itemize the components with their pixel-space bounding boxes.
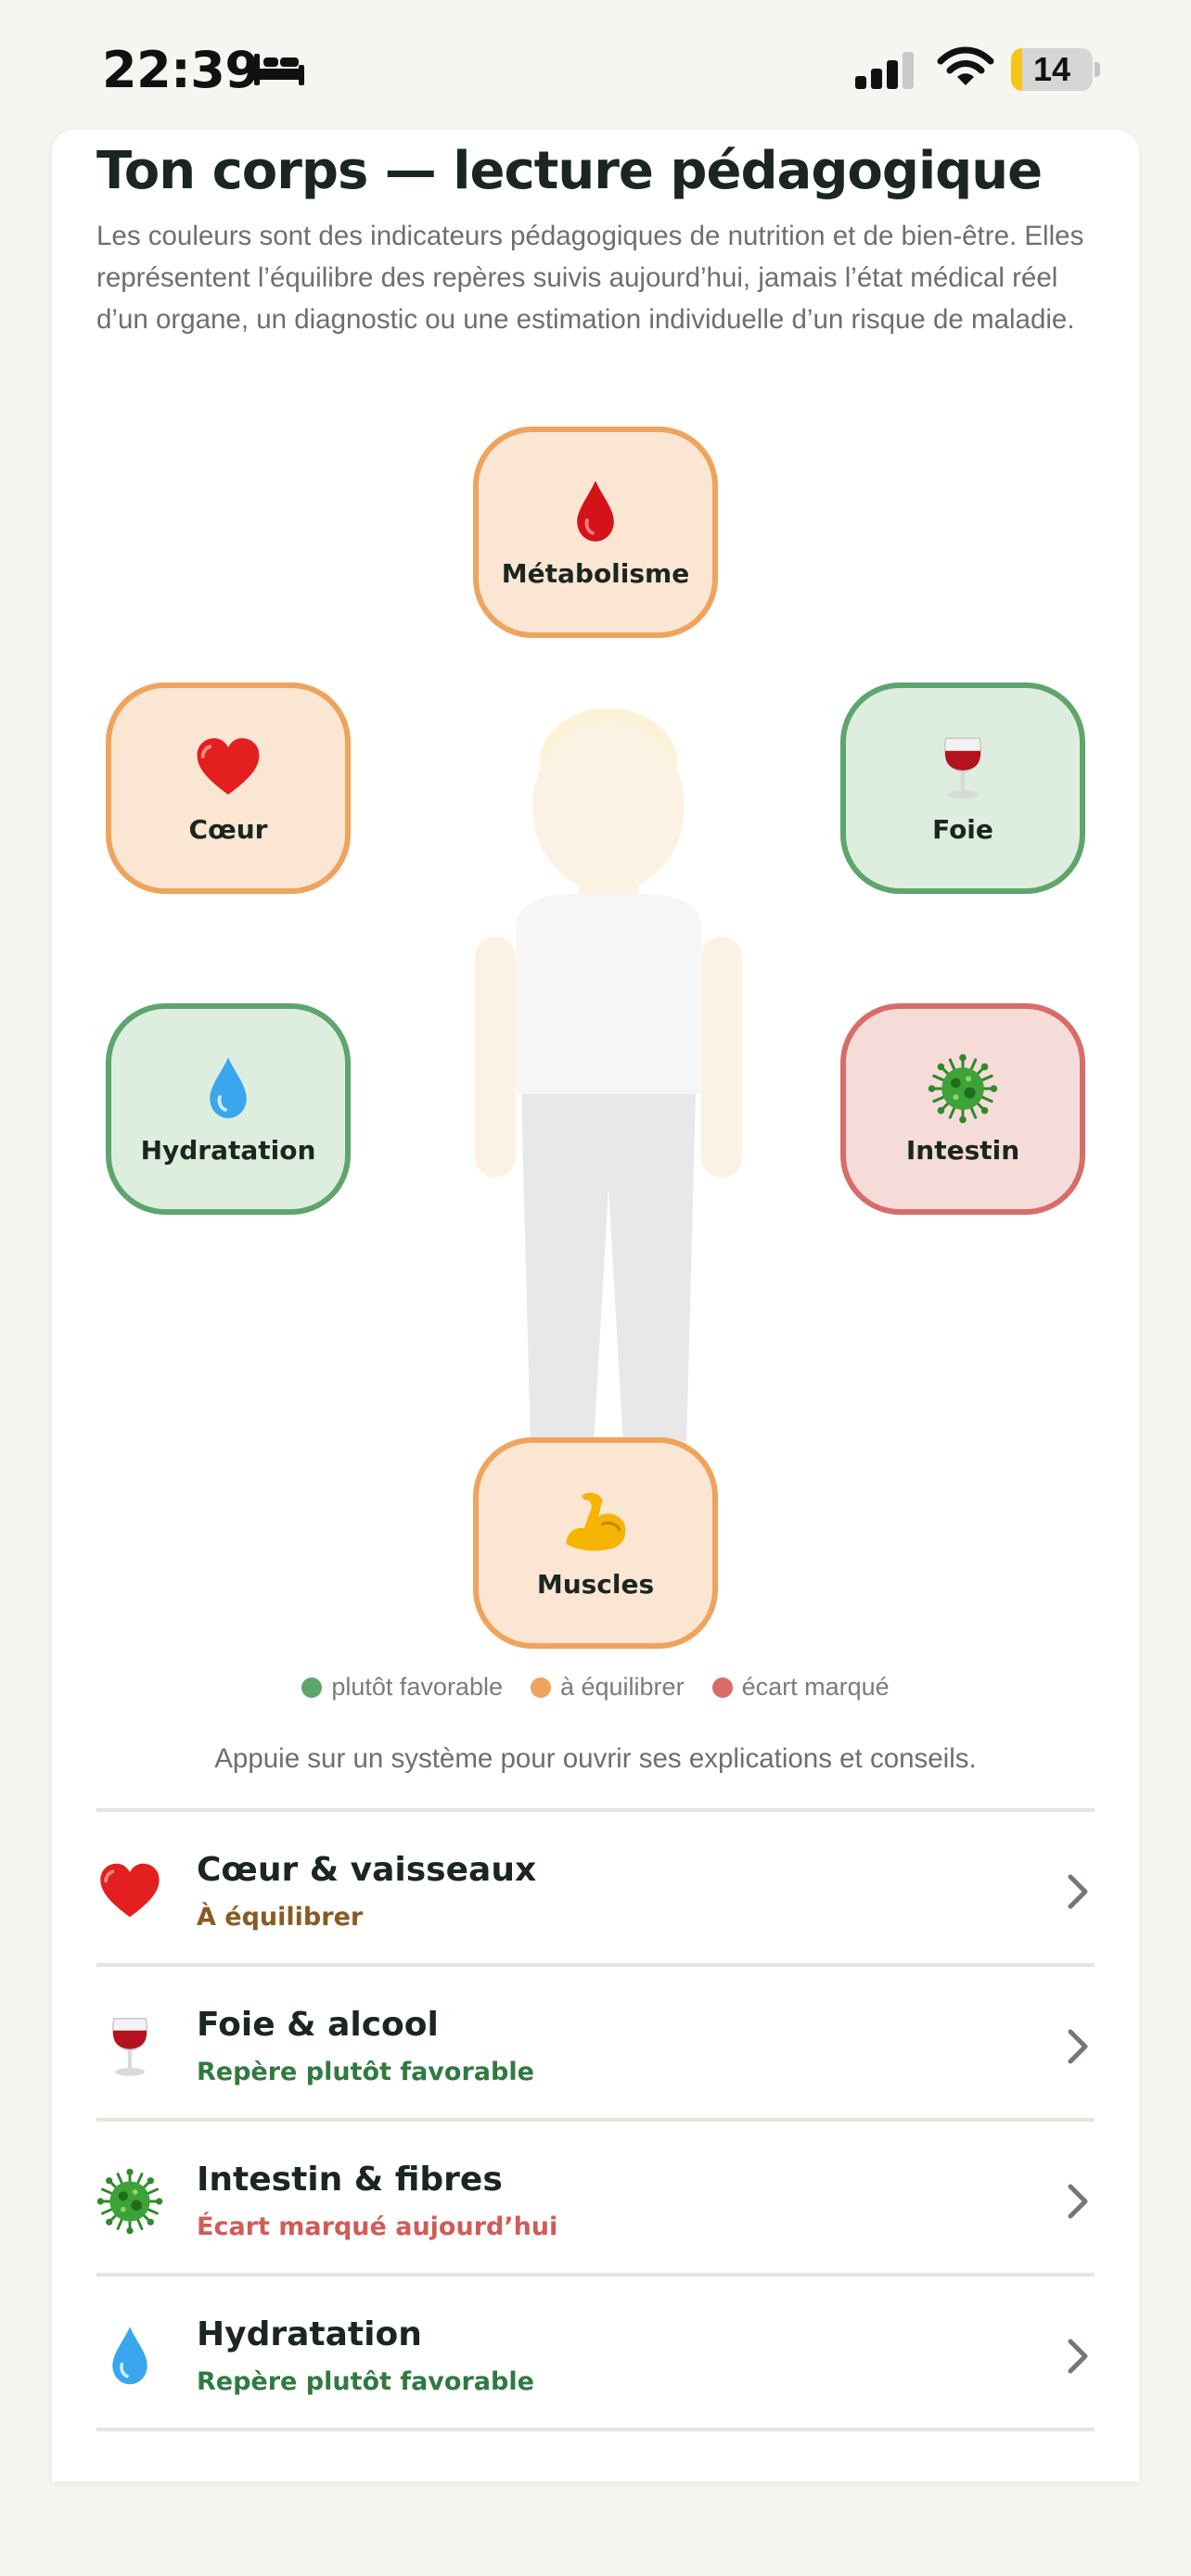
node-intestin[interactable]: Intestin bbox=[840, 1003, 1085, 1215]
legend-dot bbox=[530, 1677, 551, 1698]
node-label: Métabolisme bbox=[501, 557, 690, 589]
microbe-icon bbox=[96, 2168, 163, 2235]
legend-item-gap: écart marqué bbox=[711, 1673, 890, 1702]
chevron-right-icon bbox=[1065, 1873, 1091, 1910]
divider bbox=[96, 2428, 1095, 2431]
system-row-intestin[interactable]: Intestin & fibres Écart marqué aujourd’h… bbox=[96, 2122, 1095, 2273]
legend-item-balance: à équilibrer bbox=[530, 1673, 685, 1702]
page-title: Ton corps — lecture pédagogique bbox=[96, 141, 1043, 201]
color-legend: plutôt favorable à équilibrer écart marq… bbox=[52, 1673, 1139, 1702]
node-foie[interactable]: Foie bbox=[840, 682, 1085, 894]
heart-icon bbox=[96, 1858, 163, 1925]
system-status: Repère plutôt favorable bbox=[197, 2367, 534, 2396]
node-hydratation[interactable]: Hydratation bbox=[106, 1003, 351, 1215]
node-label: Hydratation bbox=[140, 1134, 316, 1166]
system-status: Repère plutôt favorable bbox=[197, 2058, 534, 2086]
legend-dot bbox=[711, 1677, 733, 1698]
legend-dot bbox=[301, 1677, 323, 1698]
system-row-coeur[interactable]: Cœur & vaisseaux À équilibrer bbox=[96, 1812, 1095, 1963]
legend-item-favorable: plutôt favorable bbox=[301, 1673, 503, 1702]
node-muscles[interactable]: Muscles bbox=[473, 1437, 718, 1649]
chevron-right-icon bbox=[1065, 2028, 1091, 2065]
system-status: À équilibrer bbox=[197, 1903, 364, 1932]
status-time: 22:39 bbox=[102, 41, 260, 99]
node-label: Cœur bbox=[188, 813, 268, 845]
intro-text: Les couleurs sont des indicateurs pédago… bbox=[96, 221, 1084, 335]
microbe-icon bbox=[928, 1053, 998, 1124]
wine-glass-icon bbox=[96, 2013, 163, 2080]
system-title: Foie & alcool bbox=[197, 2006, 439, 2044]
water-drop-icon bbox=[193, 1053, 263, 1124]
system-title: Intestin & fibres bbox=[197, 2161, 503, 2199]
tap-hint: Appuie sur un système pour ouvrir ses ex… bbox=[214, 1743, 977, 1774]
node-coeur[interactable]: Cœur bbox=[106, 682, 351, 894]
blood-drop-icon bbox=[560, 477, 631, 547]
node-metabolisme[interactable]: Métabolisme bbox=[473, 427, 718, 638]
flexed-biceps-icon bbox=[560, 1487, 631, 1558]
wifi-icon bbox=[937, 46, 994, 85]
node-label: Intestin bbox=[905, 1134, 1020, 1166]
chevron-right-icon bbox=[1065, 2183, 1091, 2220]
system-list: Cœur & vaisseaux À équilibrer Foie & alc… bbox=[96, 1808, 1095, 2431]
water-drop-icon bbox=[96, 2323, 163, 2390]
node-label: Foie bbox=[932, 813, 993, 845]
node-label: Muscles bbox=[536, 1568, 655, 1600]
legend-label: plutôt favorable bbox=[331, 1673, 503, 1701]
status-bar: 22:39 14 bbox=[0, 0, 1191, 130]
wine-glass-icon bbox=[928, 733, 998, 803]
heart-icon bbox=[193, 733, 263, 803]
body-reading-card: Ton corps — lecture pédagogique Les coul… bbox=[52, 130, 1139, 2481]
system-title: Hydratation bbox=[197, 2315, 422, 2353]
person-silhouette-icon bbox=[475, 708, 742, 1491]
system-row-hydratation[interactable]: Hydratation Repère plutôt favorable bbox=[96, 2276, 1095, 2428]
battery-level: 14 bbox=[1032, 50, 1071, 88]
cellular-signal-icon bbox=[855, 52, 914, 89]
legend-label: écart marqué bbox=[741, 1673, 890, 1701]
system-title: Cœur & vaisseaux bbox=[197, 1851, 537, 1889]
battery-icon: 14 bbox=[1011, 48, 1100, 91]
bed-icon bbox=[254, 54, 304, 85]
chevron-right-icon bbox=[1065, 2338, 1091, 2375]
system-row-foie[interactable]: Foie & alcool Repère plutôt favorable bbox=[96, 1967, 1095, 2118]
legend-label: à équilibrer bbox=[559, 1673, 685, 1701]
system-status: Écart marqué aujourd’hui bbox=[197, 2213, 558, 2241]
